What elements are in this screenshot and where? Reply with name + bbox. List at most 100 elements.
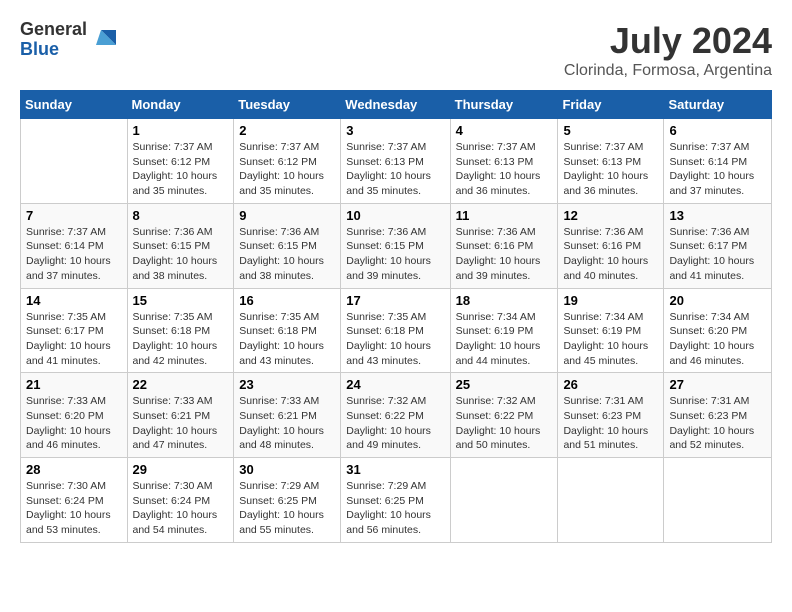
day-cell: 3Sunrise: 7:37 AM Sunset: 6:13 PM Daylig… <box>341 119 450 204</box>
day-number: 5 <box>563 123 658 138</box>
day-cell: 5 Sunrise: 7:37 AM Sunset: 6:13 PM Daylig… <box>558 119 664 204</box>
day-info: Sunrise: 7:37 AM Sunset: 6:12 PM Dayligh… <box>133 140 229 199</box>
day-info: Sunrise: 7:31 AM Sunset: 6:23 PM Dayligh… <box>563 394 658 453</box>
day-info: Sunrise: 7:37 AM Sunset: 6:13 PM Dayligh… <box>563 140 658 199</box>
day-cell <box>558 458 664 543</box>
header-sunday: Sunday <box>21 91 128 119</box>
day-cell: 10 Sunrise: 7:36 AM Sunset: 6:15 PM Dayli… <box>341 203 450 288</box>
day-info: Sunrise: 7:36 AM Sunset: 6:15 PM Dayligh… <box>346 225 444 284</box>
day-number: 22 <box>133 377 229 392</box>
day-info: Sunrise: 7:36 AM Sunset: 6:15 PM Dayligh… <box>133 225 229 284</box>
day-info: Sunrise: 7:37 AM Sunset: 6:14 PM Dayligh… <box>669 140 766 199</box>
day-cell: 11 Sunrise: 7:36 AM Sunset: 6:16 PM Dayli… <box>450 203 558 288</box>
day-info: Sunrise: 7:34 AM Sunset: 6:19 PM Dayligh… <box>456 310 553 369</box>
day-cell: 18Sunrise: 7:34 AM Sunset: 6:19 PM Dayli… <box>450 288 558 373</box>
day-cell: 19Sunrise: 7:34 AM Sunset: 6:19 PM Dayli… <box>558 288 664 373</box>
day-cell: 29 Sunrise: 7:30 AM Sunset: 6:24 PM Dayli… <box>127 458 234 543</box>
day-number: 11 <box>456 208 553 223</box>
day-info: Sunrise: 7:29 AM Sunset: 6:25 PM Dayligh… <box>239 479 335 538</box>
day-info: Sunrise: 7:32 AM Sunset: 6:22 PM Dayligh… <box>346 394 444 453</box>
day-cell <box>664 458 772 543</box>
day-number: 16 <box>239 293 335 308</box>
day-number: 21 <box>26 377 122 392</box>
day-number: 8 <box>133 208 229 223</box>
day-info: Sunrise: 7:37 AM Sunset: 6:14 PM Dayligh… <box>26 225 122 284</box>
header-tuesday: Tuesday <box>234 91 341 119</box>
day-number: 7 <box>26 208 122 223</box>
day-cell: 17 Sunrise: 7:35 AM Sunset: 6:18 PM Dayli… <box>341 288 450 373</box>
day-number: 29 <box>133 462 229 477</box>
day-info: Sunrise: 7:30 AM Sunset: 6:24 PM Dayligh… <box>133 479 229 538</box>
day-cell: 15Sunrise: 7:35 AM Sunset: 6:18 PM Dayli… <box>127 288 234 373</box>
day-cell: 7 Sunrise: 7:37 AM Sunset: 6:14 PM Daylig… <box>21 203 128 288</box>
header: General Blue July 2024 Clorinda, Formosa… <box>20 20 772 80</box>
day-info: Sunrise: 7:34 AM Sunset: 6:20 PM Dayligh… <box>669 310 766 369</box>
day-number: 24 <box>346 377 444 392</box>
day-info: Sunrise: 7:37 AM Sunset: 6:12 PM Dayligh… <box>239 140 335 199</box>
day-number: 19 <box>563 293 658 308</box>
day-info: Sunrise: 7:36 AM Sunset: 6:16 PM Dayligh… <box>563 225 658 284</box>
header-saturday: Saturday <box>664 91 772 119</box>
day-number: 1 <box>133 123 229 138</box>
logo-general: General <box>20 20 87 40</box>
day-cell: 21 Sunrise: 7:33 AM Sunset: 6:20 PM Dayli… <box>21 373 128 458</box>
week-row: 7 Sunrise: 7:37 AM Sunset: 6:14 PM Daylig… <box>21 203 772 288</box>
day-cell: 26 Sunrise: 7:31 AM Sunset: 6:23 PM Dayli… <box>558 373 664 458</box>
title-section: July 2024 Clorinda, Formosa, Argentina <box>564 20 772 80</box>
day-cell: 28 Sunrise: 7:30 AM Sunset: 6:24 PM Dayli… <box>21 458 128 543</box>
day-number: 28 <box>26 462 122 477</box>
day-cell: 2 Sunrise: 7:37 AM Sunset: 6:12 PM Daylig… <box>234 119 341 204</box>
day-cell: 1 Sunrise: 7:37 AM Sunset: 6:12 PM Daylig… <box>127 119 234 204</box>
day-info: Sunrise: 7:32 AM Sunset: 6:22 PM Dayligh… <box>456 394 553 453</box>
day-cell: 6 Sunrise: 7:37 AM Sunset: 6:14 PM Daylig… <box>664 119 772 204</box>
week-row: 14Sunrise: 7:35 AM Sunset: 6:17 PM Dayli… <box>21 288 772 373</box>
week-row: 21 Sunrise: 7:33 AM Sunset: 6:20 PM Dayli… <box>21 373 772 458</box>
day-number: 23 <box>239 377 335 392</box>
day-number: 10 <box>346 208 444 223</box>
day-cell <box>21 119 128 204</box>
day-cell: 9Sunrise: 7:36 AM Sunset: 6:15 PM Daylig… <box>234 203 341 288</box>
day-number: 25 <box>456 377 553 392</box>
day-number: 9 <box>239 208 335 223</box>
week-row: 28 Sunrise: 7:30 AM Sunset: 6:24 PM Dayli… <box>21 458 772 543</box>
day-number: 12 <box>563 208 658 223</box>
day-info: Sunrise: 7:37 AM Sunset: 6:13 PM Dayligh… <box>456 140 553 199</box>
day-cell: 27Sunrise: 7:31 AM Sunset: 6:23 PM Dayli… <box>664 373 772 458</box>
day-info: Sunrise: 7:31 AM Sunset: 6:23 PM Dayligh… <box>669 394 766 453</box>
day-number: 4 <box>456 123 553 138</box>
logo-blue: Blue <box>20 40 87 60</box>
header-thursday: Thursday <box>450 91 558 119</box>
day-info: Sunrise: 7:33 AM Sunset: 6:21 PM Dayligh… <box>239 394 335 453</box>
calendar-table: SundayMondayTuesdayWednesdayThursdayFrid… <box>20 90 772 543</box>
day-info: Sunrise: 7:35 AM Sunset: 6:18 PM Dayligh… <box>133 310 229 369</box>
day-info: Sunrise: 7:36 AM Sunset: 6:16 PM Dayligh… <box>456 225 553 284</box>
day-number: 20 <box>669 293 766 308</box>
day-cell: 23 Sunrise: 7:33 AM Sunset: 6:21 PM Dayli… <box>234 373 341 458</box>
header-monday: Monday <box>127 91 234 119</box>
day-number: 6 <box>669 123 766 138</box>
day-number: 26 <box>563 377 658 392</box>
day-cell: 24 Sunrise: 7:32 AM Sunset: 6:22 PM Dayli… <box>341 373 450 458</box>
header-friday: Friday <box>558 91 664 119</box>
day-number: 31 <box>346 462 444 477</box>
day-number: 30 <box>239 462 335 477</box>
day-cell: 14Sunrise: 7:35 AM Sunset: 6:17 PM Dayli… <box>21 288 128 373</box>
day-number: 17 <box>346 293 444 308</box>
day-info: Sunrise: 7:35 AM Sunset: 6:18 PM Dayligh… <box>346 310 444 369</box>
day-cell: 4 Sunrise: 7:37 AM Sunset: 6:13 PM Daylig… <box>450 119 558 204</box>
location-title: Clorinda, Formosa, Argentina <box>564 62 772 80</box>
month-title: July 2024 <box>564 20 772 62</box>
day-info: Sunrise: 7:36 AM Sunset: 6:17 PM Dayligh… <box>669 225 766 284</box>
week-row: 1 Sunrise: 7:37 AM Sunset: 6:12 PM Daylig… <box>21 119 772 204</box>
day-number: 14 <box>26 293 122 308</box>
day-cell: 16Sunrise: 7:35 AM Sunset: 6:18 PM Dayli… <box>234 288 341 373</box>
day-info: Sunrise: 7:33 AM Sunset: 6:20 PM Dayligh… <box>26 394 122 453</box>
day-number: 2 <box>239 123 335 138</box>
logo: General Blue <box>20 20 121 60</box>
calendar-header: SundayMondayTuesdayWednesdayThursdayFrid… <box>21 91 772 119</box>
day-info: Sunrise: 7:30 AM Sunset: 6:24 PM Dayligh… <box>26 479 122 538</box>
header-wednesday: Wednesday <box>341 91 450 119</box>
day-cell: 13 Sunrise: 7:36 AM Sunset: 6:17 PM Dayli… <box>664 203 772 288</box>
day-number: 3 <box>346 123 444 138</box>
day-number: 13 <box>669 208 766 223</box>
